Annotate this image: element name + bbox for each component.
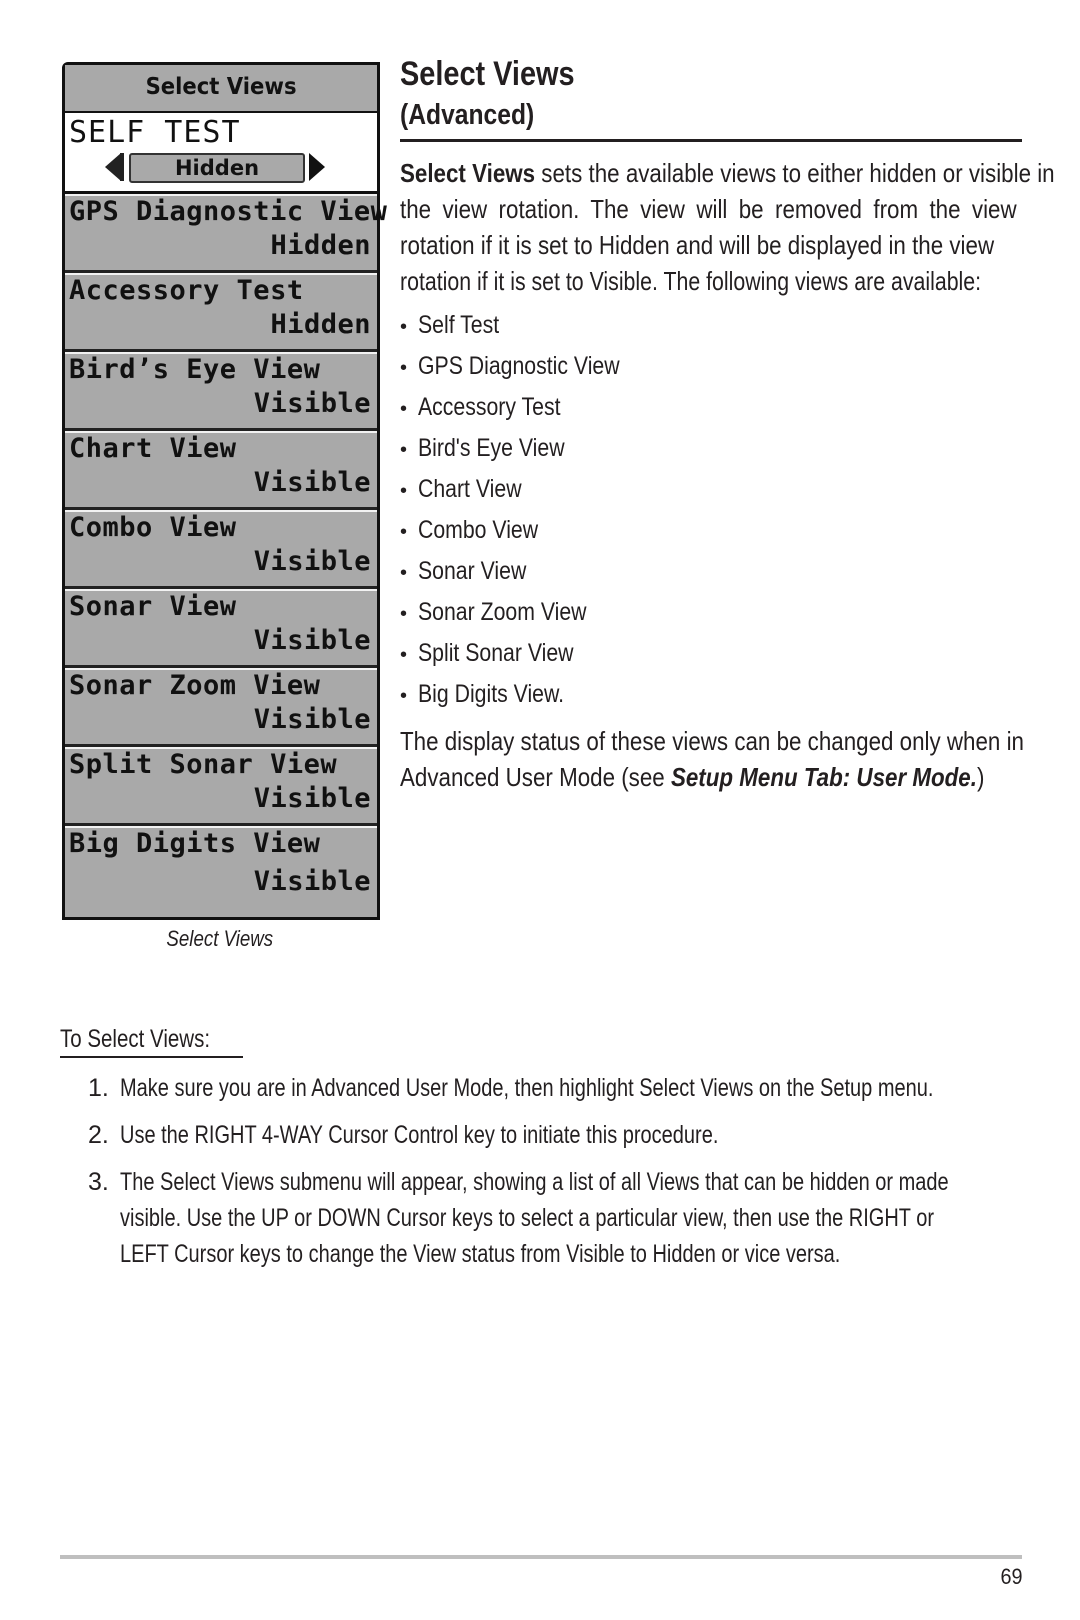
bullet-icon: • <box>400 644 408 666</box>
bullet-icon: • <box>400 480 408 502</box>
bullet-icon: • <box>400 357 408 379</box>
procedure-step: 3. The Select Views submenu will appear,… <box>60 1164 1022 1272</box>
list-item: • GPS Diagnostic View <box>400 346 655 387</box>
step-number: 1. <box>88 1074 109 1102</box>
device-row-gps-diagnostic[interactable]: GPS Diagnostic View Hidden <box>65 194 387 273</box>
step-line: Make sure you are in Advanced User Mode,… <box>120 1074 934 1102</box>
heading-rule <box>400 139 1022 142</box>
list-item: • Bird's Eye View <box>400 428 655 469</box>
row-value: Visible <box>253 388 371 419</box>
row-value: Visible <box>253 467 371 498</box>
intro-line: the view rotation. The view will be remo… <box>400 194 1017 224</box>
note-line: The display status of these views can be… <box>400 726 1024 756</box>
step-number: 2. <box>88 1121 109 1149</box>
list-item: • Sonar Zoom View <box>400 592 655 633</box>
procedure-heading: To Select Views: <box>60 1025 243 1058</box>
intro-line: rotation if it is set to Hidden and will… <box>400 230 995 260</box>
device-row-combo-view[interactable]: Combo View Visible <box>65 510 377 589</box>
device-row-sonar-zoom[interactable]: Sonar Zoom View Visible <box>65 668 377 747</box>
intro-line: Select Views sets the available views to… <box>400 158 1055 188</box>
step-line: visible. Use the UP or DOWN Cursor keys … <box>120 1204 935 1232</box>
row-label: Sonar Zoom View <box>69 670 321 701</box>
row-label: Accessory Test <box>69 275 304 306</box>
device-row-accessory-test[interactable]: Accessory Test Hidden <box>65 273 377 352</box>
value-picker[interactable]: Hidden <box>105 151 351 183</box>
device-screen: Select Views SELF TEST Hidden GPS Diagno… <box>62 62 387 920</box>
intro-bold-term: Select Views <box>400 158 536 188</box>
list-item: • Self Test <box>400 305 655 346</box>
row-label: Sonar View <box>69 591 237 622</box>
figure-caption: Select Views <box>166 926 274 951</box>
bullet-icon: • <box>400 316 408 338</box>
row-value: Hidden <box>270 309 371 340</box>
bullet-icon: • <box>400 603 408 625</box>
device-row-sonar-view[interactable]: Sonar View Visible <box>65 589 377 668</box>
bullet-icon: • <box>400 685 408 707</box>
step-line: Use the RIGHT 4-WAY Cursor Control key t… <box>120 1121 719 1149</box>
note-paragraph: The display status of these views can be… <box>400 723 1024 795</box>
list-item: • Combo View <box>400 510 655 551</box>
left-arrow-bar <box>120 153 124 181</box>
section-subtitle: (Advanced) <box>400 99 535 131</box>
list-item: • Split Sonar View <box>400 633 655 674</box>
procedure-step: 1. Make sure you are in Advanced User Mo… <box>60 1070 1022 1106</box>
step-number: 3. <box>88 1168 109 1196</box>
device-row-birds-eye[interactable]: Bird’s Eye View Visible <box>65 352 377 431</box>
device-row-chart-view[interactable]: Chart View Visible <box>65 431 377 510</box>
footer-rule <box>60 1555 1022 1559</box>
page-number: 69 <box>999 1564 1022 1589</box>
selected-item-label: SELF TEST <box>69 115 241 150</box>
bullet-icon: • <box>400 521 408 543</box>
step-line: LEFT Cursor keys to change the View stat… <box>120 1240 841 1268</box>
intro-paragraph: Select Views sets the available views to… <box>400 155 1055 299</box>
row-label: GPS Diagnostic View <box>69 196 388 227</box>
row-label: Bird’s Eye View <box>69 354 321 385</box>
row-value: Visible <box>253 546 371 577</box>
row-label: Split Sonar View <box>69 749 338 780</box>
row-label: Combo View <box>69 512 237 543</box>
procedure-steps: 1. Make sure you are in Advanced User Mo… <box>60 1070 1022 1283</box>
section-title: Select Views <box>400 55 575 93</box>
row-label: Big Digits View <box>69 828 321 859</box>
row-value: Visible <box>253 866 371 897</box>
intro-line: rotation if it is set to Visible. The fo… <box>400 266 982 296</box>
device-row-big-digits[interactable]: Big Digits View Visible <box>65 826 377 917</box>
row-value: Visible <box>253 625 371 656</box>
bullet-icon: • <box>400 562 408 584</box>
cross-reference[interactable]: Setup Menu Tab: User Mode. <box>671 762 977 792</box>
procedure-step: 2. Use the RIGHT 4-WAY Cursor Control ke… <box>60 1117 1022 1153</box>
right-arrow-icon[interactable] <box>309 153 325 181</box>
left-arrow-icon[interactable] <box>105 153 121 181</box>
row-value: Hidden <box>270 230 371 261</box>
bullet-icon: • <box>400 398 408 420</box>
views-list: • Self Test • GPS Diagnostic View • Accesso… <box>400 305 655 715</box>
bullet-icon: • <box>400 439 408 461</box>
list-item: • Chart View <box>400 469 655 510</box>
device-row-split-sonar[interactable]: Split Sonar View Visible <box>65 747 377 826</box>
device-selected-item[interactable]: SELF TEST Hidden <box>65 113 377 194</box>
row-value: Visible <box>253 704 371 735</box>
device-menu-title: Select Views <box>65 65 377 113</box>
step-line: The Select Views submenu will appear, sh… <box>120 1168 949 1196</box>
list-item: • Sonar View <box>400 551 655 592</box>
row-label: Chart View <box>69 433 237 464</box>
note-line: Advanced User Mode (see Setup Menu Tab: … <box>400 762 985 792</box>
list-item: • Big Digits View. <box>400 674 655 715</box>
list-item: • Accessory Test <box>400 387 655 428</box>
row-value: Visible <box>253 783 371 814</box>
picker-value: Hidden <box>129 153 305 183</box>
